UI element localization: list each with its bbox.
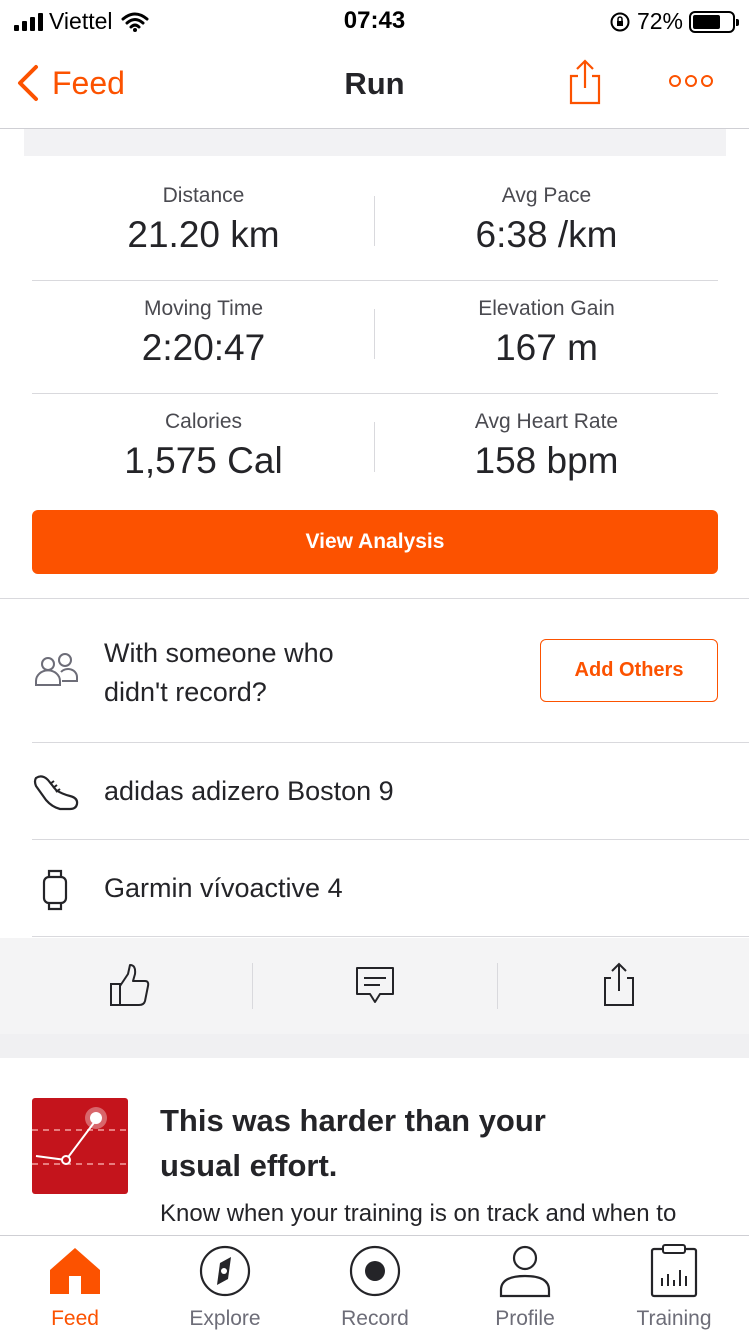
with-others-text: With someone who didn't record? bbox=[104, 634, 434, 712]
action-bar bbox=[0, 938, 749, 1034]
stats-row: Moving Time 2:20:47 Elevation Gain 167 m bbox=[32, 281, 718, 394]
divider bbox=[32, 936, 749, 937]
more-button[interactable] bbox=[668, 74, 714, 93]
comment-button[interactable] bbox=[354, 962, 396, 1013]
share-button[interactable] bbox=[566, 58, 604, 111]
profile-icon bbox=[499, 1245, 551, 1298]
people-icon bbox=[35, 653, 78, 686]
add-others-button[interactable]: Add Others bbox=[540, 639, 718, 702]
page-title: Run bbox=[344, 66, 405, 101]
stats-row: Distance 21.20 km Avg Pace 6:38 /km bbox=[32, 168, 718, 281]
divider bbox=[374, 196, 375, 246]
stat-value: 158 bpm bbox=[474, 440, 619, 481]
shoe-icon bbox=[33, 775, 79, 811]
tab-training[interactable]: Training bbox=[599, 1236, 749, 1334]
watch-icon bbox=[42, 869, 68, 911]
device-name: Garmin vívoactive 4 bbox=[104, 873, 343, 903]
stat-value: 21.20 km bbox=[127, 214, 280, 255]
section-gap bbox=[0, 1034, 749, 1058]
training-icon bbox=[650, 1244, 698, 1298]
stat-label: Avg Pace bbox=[501, 184, 592, 207]
divider bbox=[32, 742, 749, 743]
stat-label: Elevation Gain bbox=[478, 297, 615, 320]
stat-calories: Calories 1,575 Cal bbox=[32, 394, 375, 507]
tab-profile[interactable]: Profile bbox=[450, 1236, 600, 1334]
tab-label: Record bbox=[341, 1307, 409, 1330]
stat-label: Avg Heart Rate bbox=[474, 410, 619, 433]
view-analysis-button[interactable]: View Analysis bbox=[32, 510, 718, 574]
tab-bar: Feed Explore Record Profile Training bbox=[0, 1235, 749, 1334]
relative-effort-thumbnail bbox=[32, 1098, 128, 1194]
map-preview-edge bbox=[24, 129, 726, 156]
stat-label: Distance bbox=[162, 184, 245, 207]
orientation-lock-icon bbox=[610, 12, 630, 31]
divider bbox=[497, 963, 498, 1009]
record-icon bbox=[349, 1245, 401, 1297]
battery-percent: 72% bbox=[636, 8, 683, 34]
divider bbox=[374, 422, 375, 472]
divider bbox=[32, 839, 749, 840]
divider bbox=[374, 309, 375, 359]
stat-value: 6:38 /km bbox=[475, 214, 618, 255]
stat-label: Calories bbox=[164, 410, 243, 433]
stats-row: Calories 1,575 Cal Avg Heart Rate 158 bp… bbox=[32, 394, 718, 507]
insight-title-line1: This was harder than your bbox=[160, 1103, 546, 1138]
stat-value: 2:20:47 bbox=[141, 327, 266, 368]
battery-icon bbox=[689, 10, 739, 33]
home-icon bbox=[50, 1248, 100, 1294]
status-right: 72% bbox=[609, 8, 739, 35]
share-icon bbox=[569, 59, 601, 105]
share-activity-button[interactable] bbox=[600, 962, 638, 1013]
comment-icon bbox=[356, 967, 394, 1003]
stat-value: 1,575 Cal bbox=[124, 440, 283, 481]
with-others-line2: didn't record? bbox=[104, 677, 267, 707]
divider bbox=[0, 598, 749, 599]
stats-grid: Distance 21.20 km Avg Pace 6:38 /km Movi… bbox=[32, 168, 718, 507]
share-icon bbox=[604, 962, 634, 1006]
tab-explore[interactable]: Explore bbox=[150, 1236, 300, 1334]
stat-avg-pace: Avg Pace 6:38 /km bbox=[375, 168, 718, 280]
tab-feed[interactable]: Feed bbox=[0, 1236, 150, 1334]
more-icon bbox=[669, 75, 713, 87]
insight-title: This was harder than your usual effort. bbox=[160, 1098, 640, 1188]
stat-elevation-gain: Elevation Gain 167 m bbox=[375, 281, 718, 393]
insight-title-line2: usual effort. bbox=[160, 1148, 338, 1183]
tab-label: Profile bbox=[495, 1307, 555, 1330]
nav-bar: Feed Run bbox=[0, 40, 749, 129]
tab-label: Explore bbox=[189, 1307, 261, 1330]
tab-record[interactable]: Record bbox=[300, 1236, 450, 1334]
stat-distance: Distance 21.20 km bbox=[32, 168, 375, 280]
thumbs-up-icon bbox=[110, 964, 150, 1006]
divider bbox=[252, 963, 253, 1009]
stat-avg-heart-rate: Avg Heart Rate 158 bpm bbox=[375, 394, 718, 507]
status-bar: Viettel 07:43 72% bbox=[0, 0, 749, 40]
stat-value: 167 m bbox=[495, 327, 598, 368]
tab-label: Training bbox=[636, 1307, 712, 1330]
shoes-name: adidas adizero Boston 9 bbox=[104, 776, 394, 806]
stat-moving-time: Moving Time 2:20:47 bbox=[32, 281, 375, 393]
compass-icon bbox=[199, 1245, 251, 1297]
kudos-button[interactable] bbox=[108, 962, 152, 1013]
tab-label: Feed bbox=[51, 1307, 99, 1330]
effort-chart-icon bbox=[32, 1107, 128, 1165]
with-others-line1: With someone who bbox=[104, 638, 334, 668]
insight-body: Know when your training is on track and … bbox=[160, 1200, 677, 1227]
stat-label: Moving Time bbox=[143, 297, 264, 320]
